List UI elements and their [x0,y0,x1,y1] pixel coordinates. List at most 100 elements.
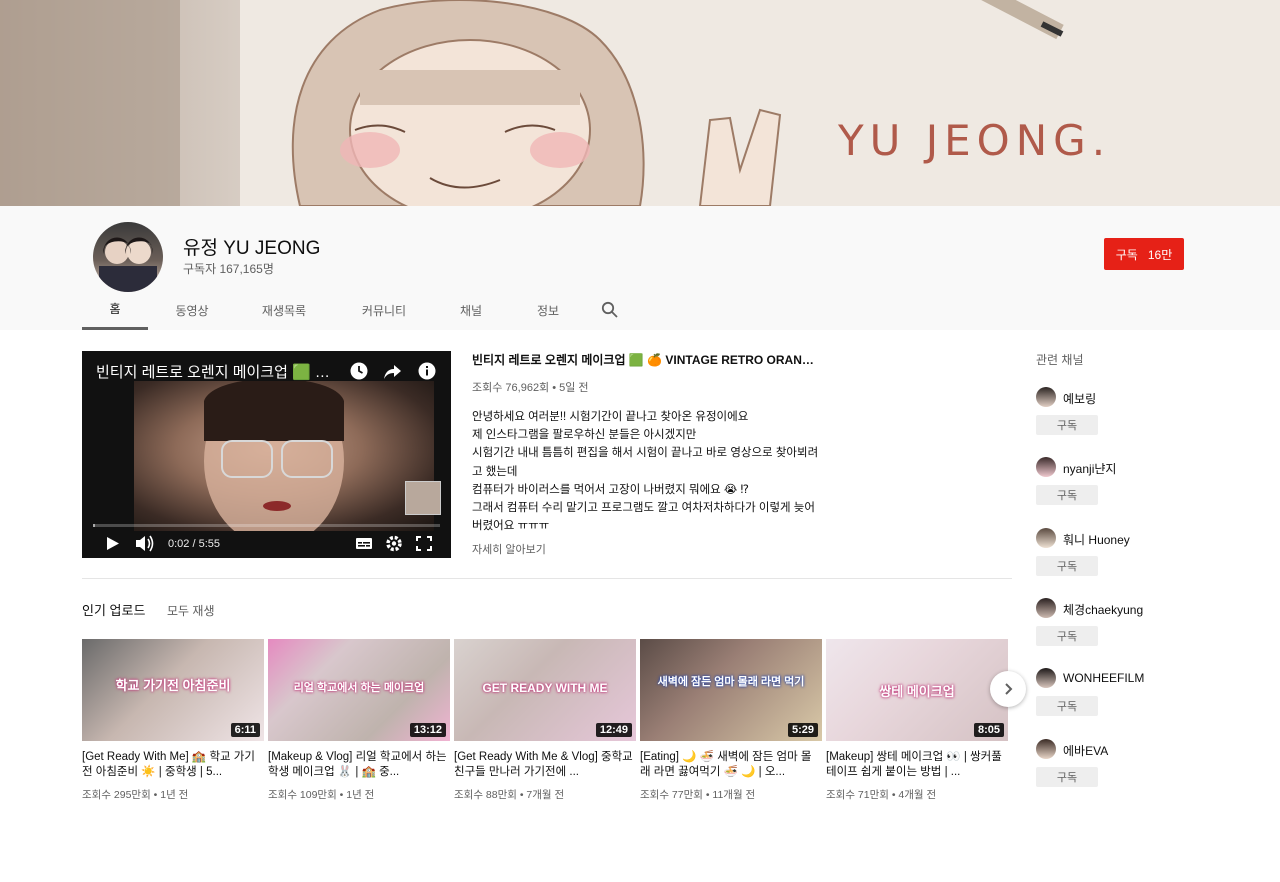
related-channel-name[interactable]: WONHEEFILM [1063,671,1144,685]
thumbnail-caption: 쌍테 메이크업 [879,684,955,699]
player-title: 빈티지 레트로 오렌지 메이크업 🟩 🍊 ... [96,364,346,381]
channel-avatar[interactable] [1036,387,1056,407]
description-line: 고 했는데 [472,465,518,478]
video-frame [134,376,434,546]
player-progress-bar[interactable] [93,524,440,527]
related-channel: WONHEEFILM 구독 [1036,668,1236,728]
related-channel-name[interactable]: 예보링 [1063,390,1096,407]
related-channel: 에바EVA 구독 [1036,739,1236,799]
channel-avatar[interactable] [1036,668,1056,688]
related-channel: 훠니 Huoney 구독 [1036,528,1236,588]
shelf-title[interactable]: 인기 업로드 [82,600,145,619]
related-channel-name[interactable]: 체경chaekyung [1063,601,1143,618]
featured-video-player[interactable]: 빈티지 레트로 오렌지 메이크업 🟩 🍊 ... 0:02 / 5:55 [82,351,451,558]
channel-avatar[interactable] [1036,528,1056,548]
channel-tabs: 홈 동영상 재생목록 커뮤니티 채널 정보 [82,290,630,330]
video-duration: 12:49 [595,723,632,737]
video-card[interactable]: GET READY WITH ME 12:49 [Get Ready With … [454,639,636,802]
description-line: 버렸어요 ㅠㅠㅠ [472,520,550,533]
channel-banner: YU JEONG. [0,0,1280,206]
video-duration: 6:11 [230,723,260,737]
video-title[interactable]: [Get Ready With Me] 🏫 학교 가기전 아침준비 ☀️ | 중… [82,750,264,779]
video-duration: 5:29 [787,723,818,737]
thumbnail-caption: 학교 가기전 아침준비 [115,678,231,693]
video-thumbnail[interactable]: 학교 가기전 아침준비 6:11 [82,639,264,741]
subtitles-icon[interactable] [349,529,379,558]
thumbnail-caption: GET READY WITH ME [482,681,608,695]
video-card[interactable]: 리얼 학교에서 하는 메이크업 13:12 [Makeup & Vlog] 리얼… [268,639,450,802]
tab-community[interactable]: 커뮤니티 [332,290,436,330]
video-title[interactable]: [Makeup & Vlog] 리얼 학교에서 하는 학생 메이크업 🐰 | 🏫… [268,750,450,779]
featured-video-meta: 조회수 76,962회 • 5일 전 [472,382,589,394]
video-meta: 조회수 77만회 • 11개월 전 [640,789,756,801]
related-channel: nyanji냔지 구독 [1036,457,1236,517]
tab-about[interactable]: 정보 [506,290,590,330]
related-subscribe-button[interactable]: 구독 [1036,556,1098,576]
player-progress-fill [93,524,96,527]
video-title[interactable]: [Eating] 🌙 🍜 새벽에 잠든 엄마 몰래 라면 끓여먹기 🍜 🌙 | … [640,750,822,779]
description-line: 그래서 컴퓨터 수리 맡기고 프로그램도 깔고 여차저차하다가 이렇게 늦어 [472,502,815,515]
play-all-button[interactable]: 모두 재생 [167,602,215,619]
subscribe-label: 구독 [1115,247,1138,262]
video-thumbnail[interactable]: 새벽에 잠든 엄마 몰래 라면 먹기 5:29 [640,639,822,741]
channel-avatar[interactable] [1036,457,1056,477]
video-watermark [405,481,441,515]
fullscreen-icon[interactable] [409,529,439,558]
channel-search-button[interactable] [590,290,630,330]
gear-icon[interactable] [379,529,409,558]
featured-video-description: 안녕하세요 여러분!! 시험기간이 끝나고 찾아온 유정이에요 제 인스타그램을… [472,408,822,535]
volume-icon[interactable] [130,529,160,558]
video-card[interactable]: 쌍테 메이크업 8:05 [Makeup] 쌍테 메이크업 👀 | 쌍커풀 테이… [826,639,1008,802]
section-divider [82,578,1012,579]
related-subscribe-button[interactable]: 구독 [1036,626,1098,646]
chevron-right-icon [1005,683,1013,695]
video-thumbnail[interactable]: 쌍테 메이크업 8:05 [826,639,1008,741]
read-more-link[interactable]: 자세히 알아보기 [472,541,546,557]
channel-avatar[interactable] [1036,739,1056,759]
search-icon [601,301,618,318]
video-thumbnail[interactable]: 리얼 학교에서 하는 메이크업 13:12 [268,639,450,741]
video-meta: 조회수 88만회 • 7개월 전 [454,789,565,801]
related-subscribe-button[interactable]: 구독 [1036,485,1098,505]
share-icon[interactable] [383,361,403,381]
banner-illustration [0,0,1280,206]
related-subscribe-button[interactable]: 구독 [1036,767,1098,787]
description-line: 제 인스타그램을 팔로우하신 분들은 아시겠지만 [472,429,697,442]
video-card[interactable]: 새벽에 잠든 엄마 몰래 라면 먹기 5:29 [Eating] 🌙 🍜 새벽에… [640,639,822,802]
related-channels-title: 관련 채널 [1036,353,1084,367]
info-icon[interactable] [417,361,437,381]
shelf-next-button[interactable] [990,671,1026,707]
related-channel-name[interactable]: 에바EVA [1063,742,1108,759]
player-top-icons [349,361,437,381]
banner-signature: YU JEONG. [838,116,1112,165]
related-subscribe-button[interactable]: 구독 [1036,696,1098,716]
play-icon[interactable] [94,529,130,558]
subscribe-button[interactable]: 구독 16만 [1104,238,1184,270]
related-subscribe-button[interactable]: 구독 [1036,415,1098,435]
tab-playlists[interactable]: 재생목록 [236,290,332,330]
channel-avatar[interactable] [93,222,163,292]
video-title[interactable]: [Makeup] 쌍테 메이크업 👀 | 쌍커풀 테이프 쉽게 붙이는 방법 |… [826,750,1008,779]
video-meta: 조회수 71만회 • 4개월 전 [826,789,937,801]
channel-title: 유정 YU JEONG [183,238,321,259]
tab-channels[interactable]: 채널 [436,290,506,330]
featured-video-title[interactable]: 빈티지 레트로 오렌지 메이크업 🟩 🍊 VINTAGE RETRO ORANG… [472,351,822,368]
clock-icon[interactable] [349,361,369,381]
subscribe-count: 16만 [1147,247,1173,262]
tab-home[interactable]: 홈 [82,290,148,330]
video-thumbnail[interactable]: GET READY WITH ME 12:49 [454,639,636,741]
description-line: 안녕하세요 여러분!! 시험기간이 끝나고 찾아온 유정이에요 [472,411,749,423]
video-meta: 조회수 295만회 • 1년 전 [82,789,189,801]
player-controls: 0:02 / 5:55 [82,529,451,558]
subscriber-count: 구독자 167,165명 [183,262,274,276]
video-title[interactable]: [Get Ready With Me & Vlog] 중학교 친구들 만나러 가… [454,750,636,779]
description-line: 컴퓨터가 바이러스를 먹어서 고장이 나버렸지 뭐에요 😭 ⁉ [472,483,749,496]
popular-uploads-shelf: 학교 가기전 아침준비 6:11 [Get Ready With Me] 🏫 학… [82,639,1012,809]
tab-videos[interactable]: 동영상 [148,290,236,330]
channel-avatar[interactable] [1036,598,1056,618]
thumbnail-caption: 새벽에 잠든 엄마 몰래 라면 먹기 [657,676,805,688]
related-channel-name[interactable]: 훠니 Huoney [1063,531,1130,548]
related-channel-name[interactable]: nyanji냔지 [1063,460,1116,477]
video-card[interactable]: 학교 가기전 아침준비 6:11 [Get Ready With Me] 🏫 학… [82,639,264,802]
avatar-image [99,237,157,292]
